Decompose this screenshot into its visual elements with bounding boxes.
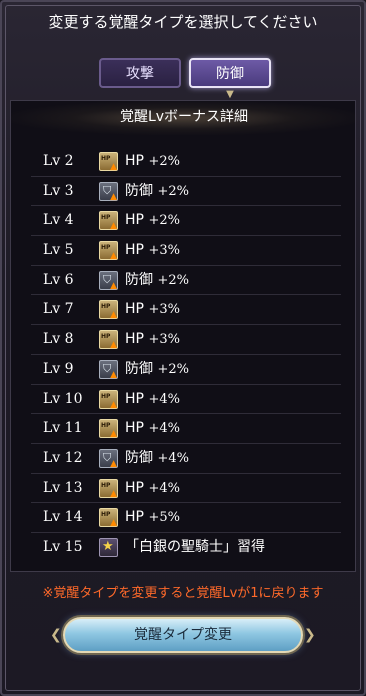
level-label: Lv 13: [43, 479, 83, 496]
bonus-row: Lv 5 HP ▲ HP +3%: [31, 236, 341, 266]
button-ornament-right-icon: ❯: [304, 627, 316, 643]
hp-up-icon: HP ▲: [99, 419, 118, 439]
hp-up-icon: HP ▲: [99, 478, 118, 499]
bonus-stat: 防御: [125, 360, 153, 377]
hp-up-icon: HP ▲: [99, 152, 118, 172]
bonus-row: Lv 13 HP ▲ HP +4%: [31, 474, 341, 504]
bonus-stat: HP: [125, 331, 144, 348]
bonus-stat: 防御: [125, 449, 153, 466]
level-label: Lv 7: [43, 301, 74, 318]
bonus-text: HP +3%: [125, 236, 180, 265]
level-label: Lv 6: [43, 271, 74, 288]
bonus-value: +3%: [148, 302, 180, 318]
bonus-value: +2%: [157, 361, 189, 377]
level-label: Lv 11: [43, 420, 83, 437]
bonus-text: HP +4%: [125, 385, 180, 414]
bonus-stat: 防御: [125, 182, 153, 199]
level-label: Lv 14: [43, 509, 83, 526]
bonus-row: Lv 14 HP ▲ HP +5%: [31, 503, 341, 533]
bonus-value: +4%: [148, 391, 180, 407]
bonus-stat: 「白銀の聖騎士」習得: [125, 538, 265, 555]
star-skill-icon: ★: [99, 537, 118, 557]
defense-up-icon: ⛉ ▲: [99, 181, 118, 202]
level-label: Lv 12: [43, 449, 83, 466]
defense-up-icon: ⛉ ▲: [99, 359, 118, 380]
bonus-value: +5%: [148, 510, 180, 526]
bonus-value: +2%: [148, 213, 180, 229]
bonus-row: Lv 11 HP ▲ HP +4%: [31, 414, 341, 444]
bonus-text: 防御 +2%: [125, 177, 189, 206]
bonus-list: Lv 2 HP ▲ HP +2% Lv 3 ⛉ ▲ 防御 +2% Lv 4 HP ▲ HP +2% Lv…: [31, 147, 341, 563]
bonus-text: HP +2%: [125, 147, 180, 176]
bonus-value: +2%: [148, 154, 180, 169]
bonus-text: 防御 +2%: [125, 355, 189, 384]
section-title: 覚醒Lvボーナス詳細: [11, 101, 357, 135]
level-label: Lv 5: [43, 242, 74, 259]
bonus-row: Lv 15 ★ 「白銀の聖騎士」習得: [31, 533, 341, 563]
bonus-value: +4%: [157, 450, 189, 466]
bonus-text: HP +4%: [125, 474, 180, 503]
defense-up-icon: ⛉ ▲: [99, 448, 118, 469]
bonus-value: +3%: [148, 332, 180, 348]
change-awakening-type-button[interactable]: 覚醒タイプ変更: [63, 617, 303, 653]
bonus-text: HP +3%: [125, 325, 180, 354]
bonus-row: Lv 12 ⛉ ▲ 防御 +4%: [31, 444, 341, 474]
awakening-type-tabs: 攻撃 防御: [0, 58, 366, 92]
bonus-text: 防御 +2%: [125, 266, 189, 295]
hp-up-icon: HP ▲: [99, 508, 118, 528]
bonus-value: +2%: [157, 272, 189, 288]
bonus-value: +2%: [157, 183, 189, 199]
bonus-stat: HP: [125, 479, 144, 496]
bonus-row: Lv 7 HP ▲ HP +3%: [31, 295, 341, 326]
bonus-stat: HP: [125, 390, 144, 407]
bonus-value: +4%: [148, 480, 180, 496]
bonus-text: 「白銀の聖騎士」習得: [125, 533, 265, 562]
bonus-value: +3%: [148, 243, 180, 259]
hp-up-icon: HP ▲: [99, 300, 118, 320]
level-label: Lv 2: [43, 153, 74, 169]
bonus-row: Lv 8 HP ▲ HP +3%: [31, 325, 341, 355]
bonus-stat: HP: [125, 509, 144, 526]
hp-up-icon: HP ▲: [99, 211, 118, 231]
bonus-stat: HP: [125, 420, 144, 437]
tab-attack[interactable]: 攻撃: [99, 58, 181, 88]
bonus-stat: 防御: [125, 271, 153, 288]
bonus-text: HP +3%: [125, 295, 180, 324]
level-label: Lv 4: [43, 212, 74, 229]
level-label: Lv 3: [43, 182, 74, 199]
bonus-row: Lv 2 HP ▲ HP +2%: [31, 147, 341, 177]
bonus-text: HP +5%: [125, 503, 180, 532]
hp-up-icon: HP ▲: [99, 241, 118, 261]
bonus-row: Lv 3 ⛉ ▲ 防御 +2%: [31, 177, 341, 207]
bonus-row: Lv 6 ⛉ ▲ 防御 +2%: [31, 266, 341, 296]
bonus-stat: HP: [125, 301, 144, 318]
tab-defense[interactable]: 防御: [189, 58, 271, 88]
warning-note: ※覚醒タイプを変更すると覚醒Lvが1に戻ります: [42, 586, 324, 601]
level-label: Lv 9: [43, 360, 74, 377]
button-ornament-left-icon: ❮: [50, 627, 62, 643]
bonus-text: 防御 +4%: [125, 444, 189, 473]
level-label: Lv 10: [43, 390, 83, 407]
bonus-stat: HP: [125, 153, 144, 169]
bonus-stat: HP: [125, 242, 144, 259]
bonus-stat: HP: [125, 212, 144, 229]
hp-up-icon: HP ▲: [99, 389, 118, 410]
level-label: Lv 15: [43, 538, 83, 555]
bonus-row: Lv 10 HP ▲ HP +4%: [31, 385, 341, 415]
bonus-value: +4%: [148, 421, 180, 437]
bonus-text: HP +2%: [125, 206, 180, 235]
selected-tab-pointer-icon: ▼: [226, 89, 234, 100]
hp-up-icon: HP ▲: [99, 330, 118, 350]
dialog-title: 変更する覚醒タイプを選択してください: [48, 13, 318, 31]
defense-up-icon: ⛉ ▲: [99, 270, 118, 291]
level-label: Lv 8: [43, 331, 74, 348]
bonus-text: HP +4%: [125, 414, 180, 443]
bonus-detail-panel: 覚醒Lvボーナス詳細 Lv 2 HP ▲ HP +2% Lv 3 ⛉ ▲ 防御 +2% Lv 4…: [10, 100, 357, 572]
bonus-row: Lv 9 ⛉ ▲ 防御 +2%: [31, 355, 341, 385]
bonus-row: Lv 4 HP ▲ HP +2%: [31, 206, 341, 237]
